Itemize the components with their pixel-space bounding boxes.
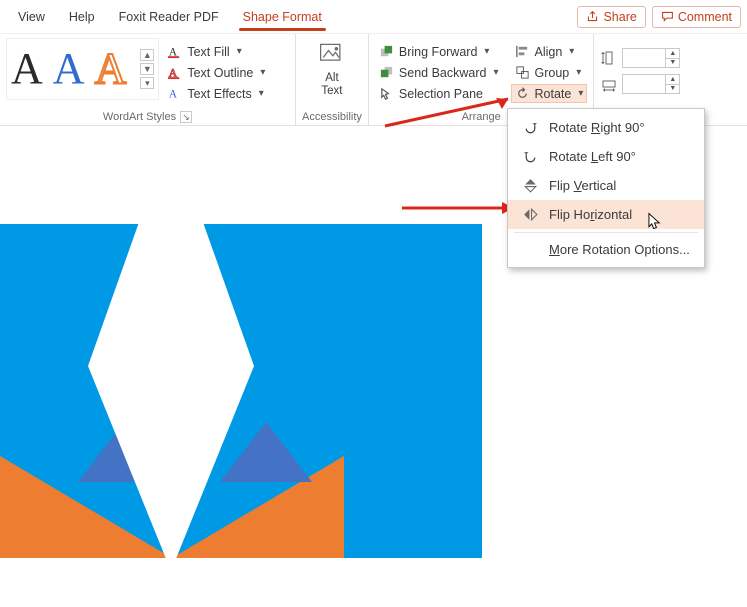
shape-height-input[interactable]: ▲▼ — [622, 48, 680, 68]
height-step-up[interactable]: ▲ — [666, 49, 679, 59]
send-backward-button[interactable]: Send Backward▾ — [375, 63, 503, 82]
tab-shape-format[interactable]: Shape Format — [231, 4, 334, 30]
wordart-preset-2[interactable]: A — [53, 47, 85, 91]
group-button[interactable]: Group▾ — [511, 63, 588, 82]
width-step-up[interactable]: ▲ — [666, 75, 679, 85]
menu-flip-horizontal[interactable]: Flip Horizontal — [508, 200, 704, 229]
wordart-preset-3[interactable]: A — [95, 47, 127, 91]
wordart-preset-1[interactable]: A — [11, 47, 43, 91]
menu-rotate-right-90[interactable]: Rotate Right 90° — [508, 113, 704, 142]
menu-rotate-left-90[interactable]: Rotate Left 90° — [508, 142, 704, 171]
selection-pane-button[interactable]: Selection Pane — [375, 84, 503, 103]
group-accessibility: AltText Accessibility — [296, 34, 369, 125]
share-button[interactable]: Share — [577, 6, 645, 28]
send-backward-icon — [379, 65, 394, 80]
group-wordart-styles: A A A ▲▼▾ A Text Fill▾ A — [0, 34, 296, 125]
text-fill-icon: A — [167, 44, 182, 59]
wordart-gallery-more[interactable]: ▲▼▾ — [140, 49, 154, 89]
tab-foxit-reader-pdf[interactable]: Foxit Reader PDF — [107, 4, 231, 30]
menu-more-rotation-options[interactable]: More Rotation Options... — [508, 236, 704, 263]
group-label-accessibility: Accessibility — [302, 109, 362, 123]
rotate-icon — [515, 86, 530, 101]
tab-help[interactable]: Help — [57, 4, 107, 30]
wordart-dialog-launcher[interactable]: ↘ — [180, 111, 192, 123]
flip-vertical-icon — [522, 177, 539, 194]
height-step-down[interactable]: ▼ — [666, 59, 679, 68]
flip-horizontal-icon — [522, 206, 539, 223]
text-effects-icon: A — [167, 86, 182, 101]
text-effects-button[interactable]: A Text Effects▾ — [163, 84, 269, 103]
alt-text-button[interactable]: AltText — [309, 38, 355, 100]
tab-view[interactable]: View — [6, 4, 57, 30]
rotate-button[interactable]: Rotate▾ — [511, 84, 588, 103]
rotate-menu: Rotate Right 90° Rotate Left 90° Flip Ve… — [507, 108, 705, 268]
shape-rocket-bottom[interactable] — [88, 366, 254, 558]
rotate-right-icon — [522, 119, 539, 136]
height-icon — [600, 49, 618, 67]
bring-forward-icon — [379, 44, 394, 59]
align-button[interactable]: Align▾ — [511, 42, 588, 61]
menu-flip-vertical[interactable]: Flip Vertical — [508, 171, 704, 200]
text-fill-button[interactable]: A Text Fill▾ — [163, 42, 269, 61]
bring-forward-button[interactable]: Bring Forward▾ — [375, 42, 503, 61]
alt-text-icon — [318, 40, 346, 68]
wordart-gallery[interactable]: A A A ▲▼▾ — [6, 38, 159, 100]
shape-rocket-top[interactable] — [88, 224, 254, 366]
text-outline-button[interactable]: A Text Outline▾ — [163, 63, 269, 82]
align-icon — [515, 44, 530, 59]
comment-button[interactable]: Comment — [652, 6, 741, 28]
text-outline-icon: A — [167, 65, 182, 80]
slide[interactable] — [0, 224, 482, 558]
share-icon — [586, 10, 599, 23]
selection-pane-icon — [379, 86, 394, 101]
shape-width-input[interactable]: ▲▼ — [622, 74, 680, 94]
width-step-down[interactable]: ▼ — [666, 85, 679, 94]
group-label-wordart: WordArt Styles — [103, 111, 176, 123]
width-icon — [600, 75, 618, 93]
menu-bar: View Help Foxit Reader PDF Shape Format … — [0, 0, 747, 34]
rotate-left-icon — [522, 148, 539, 165]
comment-icon — [661, 10, 674, 23]
svg-text:A: A — [169, 88, 178, 100]
group-icon — [515, 65, 530, 80]
